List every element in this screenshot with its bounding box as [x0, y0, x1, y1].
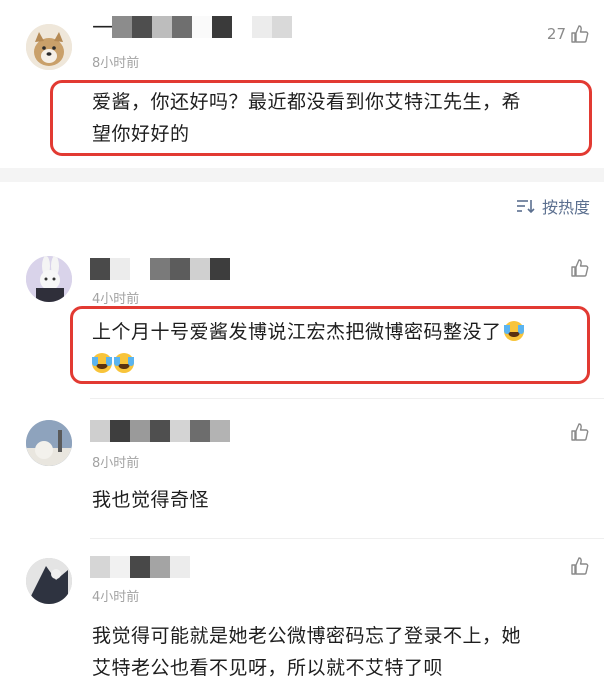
comment-time: 8小时前 [92, 56, 140, 71]
like-button[interactable]: 27 [547, 24, 590, 44]
like-button[interactable] [570, 556, 590, 576]
avatar[interactable] [26, 256, 72, 302]
laugh-cry-emoji-icon [114, 353, 134, 373]
sort-by-hot-button[interactable]: 按热度 [516, 194, 590, 218]
sort-icon [516, 200, 535, 214]
comment-3: 8小时前 我也觉得奇怪 [0, 400, 604, 530]
comment-2: 4小时前 上个月十号爱酱发博说江宏杰把微博密码整没了 [0, 240, 604, 400]
comment-text-line-1: 我也觉得奇怪 [92, 489, 210, 511]
comment-text-content: 上个月十号爱酱发博说江宏杰把微博密码整没了 [92, 321, 502, 343]
comment-divider [90, 538, 604, 539]
comment-text-line-1: 我觉得可能就是她老公微博密码忘了登录不上，她 [92, 625, 522, 647]
comment-text: 上个月十号爱酱发博说江宏杰把微博密码整没了 [92, 316, 588, 380]
sort-label: 按热度 [541, 198, 590, 217]
comment-4: 4小时前 我觉得可能就是她老公微博密码忘了登录不上，她 艾特老公也看不见呀，所以… [0, 540, 604, 690]
comment-1: — 8小时前 27 爱酱，你还好吗？最近都没看到你艾特江先生，希 望你好好的 [0, 0, 604, 170]
username-mosaic[interactable] [90, 258, 230, 280]
like-button[interactable] [570, 258, 590, 278]
comment-time: 8小时前 [92, 456, 140, 471]
comment-text-line-1: 爱酱，你还好吗？最近都没看到你艾特江先生，希 [92, 91, 522, 113]
username-mosaic[interactable] [90, 420, 230, 442]
avatar[interactable] [26, 420, 72, 466]
comment-text: 我觉得可能就是她老公微博密码忘了登录不上，她 艾特老公也看不见呀，所以就不艾特了… [92, 620, 602, 684]
comment-text: 我也觉得奇怪 [92, 484, 588, 516]
thumbs-up-icon [571, 259, 589, 277]
dog-avatar-icon [26, 24, 72, 70]
comment-time: 4小时前 [92, 590, 140, 605]
comment-divider [90, 398, 604, 399]
username-mosaic[interactable] [112, 16, 292, 38]
comment-text-line-2 [92, 348, 588, 380]
illustration-avatar-icon [26, 558, 72, 604]
avatar[interactable] [26, 558, 72, 604]
comment-text-line-2: 艾特老公也看不见呀，所以就不艾特了呗 [92, 657, 444, 679]
comment-text: 爱酱，你还好吗？最近都没看到你艾特江先生，希 望你好好的 [92, 86, 588, 150]
username-prefix[interactable]: — [92, 14, 114, 39]
scenery-avatar-icon [26, 420, 72, 466]
like-button[interactable] [570, 422, 590, 442]
thumbs-up-icon [571, 423, 589, 441]
username-mosaic[interactable] [90, 556, 190, 578]
comment-text-line-1: 上个月十号爱酱发博说江宏杰把微博密码整没了 [92, 316, 588, 348]
thumbs-up-icon [571, 25, 589, 43]
comment-time: 4小时前 [92, 292, 140, 307]
comment-text-line-2: 望你好好的 [92, 123, 190, 145]
laugh-cry-emoji-icon [92, 353, 112, 373]
rabbit-avatar-icon [26, 256, 72, 302]
thumbs-up-icon [571, 557, 589, 575]
section-separator [0, 168, 604, 182]
like-count: 27 [546, 25, 566, 43]
avatar[interactable] [26, 24, 72, 70]
laugh-cry-emoji-icon [503, 321, 524, 341]
